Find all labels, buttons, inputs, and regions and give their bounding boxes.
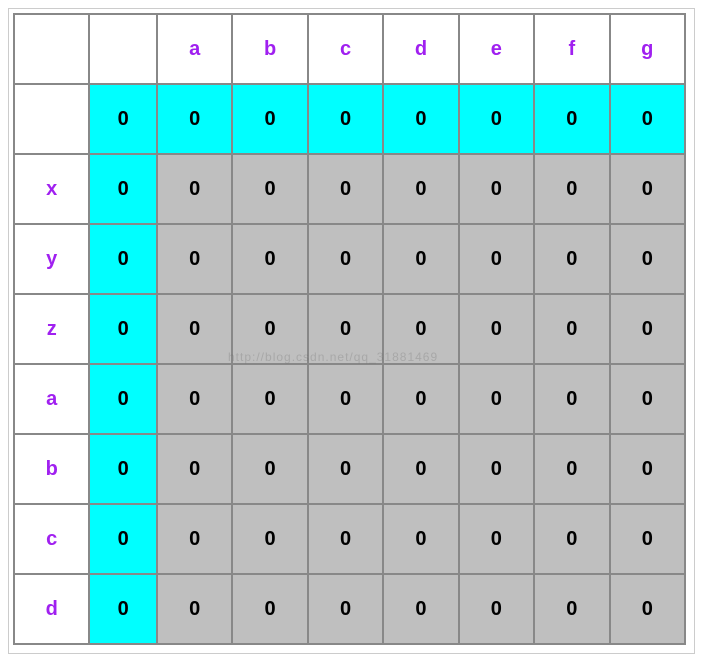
init-cell: 0 [232,84,307,154]
data-cell: 0 [610,434,686,504]
col-header: d [383,14,458,84]
data-cell: 0 [610,364,686,434]
data-cell: 0 [610,224,686,294]
table-header-row: a b c d e f g [14,14,685,84]
row-header: a [14,364,89,434]
row-header: z [14,294,89,364]
init-cell: 0 [157,84,232,154]
col-header: a [157,14,232,84]
row-header-empty [14,84,89,154]
table-row: b 0 0 0 0 0 0 0 0 [14,434,685,504]
data-cell: 0 [383,294,458,364]
data-cell: 0 [534,224,609,294]
data-cell: 0 [308,574,383,644]
data-cell: 0 [157,364,232,434]
data-cell: 0 [383,224,458,294]
table-row: d 0 0 0 0 0 0 0 0 [14,574,685,644]
data-cell: 0 [610,294,686,364]
col-header: c [308,14,383,84]
data-cell: 0 [308,364,383,434]
data-cell: 0 [308,294,383,364]
data-cell: 0 [232,154,307,224]
data-cell: 0 [157,434,232,504]
data-cell: 0 [459,504,534,574]
data-cell: 0 [610,504,686,574]
data-cell: 0 [157,574,232,644]
data-cell: 0 [383,364,458,434]
init-cell: 0 [459,84,534,154]
data-cell: 0 [534,504,609,574]
data-cell: 0 [232,364,307,434]
table-row: x 0 0 0 0 0 0 0 0 [14,154,685,224]
col-header: g [610,14,686,84]
init-cell: 0 [610,84,686,154]
data-cell: 0 [232,434,307,504]
data-cell: 0 [459,364,534,434]
row-header: x [14,154,89,224]
corner-cell-2 [89,14,157,84]
init-cell: 0 [383,84,458,154]
dp-table: a b c d e f g 0 0 0 0 0 0 0 0 x 0 0 0 0 … [13,13,686,645]
data-cell: 0 [157,224,232,294]
data-cell: 0 [308,224,383,294]
table-row: 0 0 0 0 0 0 0 0 [14,84,685,154]
init-cell: 0 [89,224,157,294]
data-cell: 0 [610,574,686,644]
data-cell: 0 [534,574,609,644]
data-cell: 0 [383,434,458,504]
table-row: c 0 0 0 0 0 0 0 0 [14,504,685,574]
table-wrapper: a b c d e f g 0 0 0 0 0 0 0 0 x 0 0 0 0 … [8,8,695,654]
data-cell: 0 [232,504,307,574]
data-cell: 0 [232,294,307,364]
data-cell: 0 [308,504,383,574]
table-row: a 0 0 0 0 0 0 0 0 [14,364,685,434]
data-cell: 0 [459,574,534,644]
table-row: z 0 0 0 0 0 0 0 0 [14,294,685,364]
data-cell: 0 [308,434,383,504]
data-cell: 0 [232,574,307,644]
data-cell: 0 [610,154,686,224]
row-header: b [14,434,89,504]
col-header: f [534,14,609,84]
init-cell: 0 [89,364,157,434]
corner-cell-1 [14,14,89,84]
data-cell: 0 [157,294,232,364]
init-cell: 0 [89,574,157,644]
init-cell: 0 [534,84,609,154]
data-cell: 0 [534,434,609,504]
init-cell: 0 [89,504,157,574]
data-cell: 0 [308,154,383,224]
data-cell: 0 [383,154,458,224]
init-cell: 0 [89,294,157,364]
data-cell: 0 [534,364,609,434]
data-cell: 0 [383,574,458,644]
init-cell: 0 [89,434,157,504]
data-cell: 0 [459,154,534,224]
data-cell: 0 [534,294,609,364]
data-cell: 0 [157,504,232,574]
data-cell: 0 [534,154,609,224]
row-header: c [14,504,89,574]
table-row: y 0 0 0 0 0 0 0 0 [14,224,685,294]
col-header: b [232,14,307,84]
col-header: e [459,14,534,84]
data-cell: 0 [459,294,534,364]
data-cell: 0 [232,224,307,294]
data-cell: 0 [383,504,458,574]
data-cell: 0 [459,434,534,504]
init-cell: 0 [89,154,157,224]
row-header: y [14,224,89,294]
data-cell: 0 [157,154,232,224]
row-header: d [14,574,89,644]
init-cell: 0 [89,84,157,154]
data-cell: 0 [459,224,534,294]
init-cell: 0 [308,84,383,154]
